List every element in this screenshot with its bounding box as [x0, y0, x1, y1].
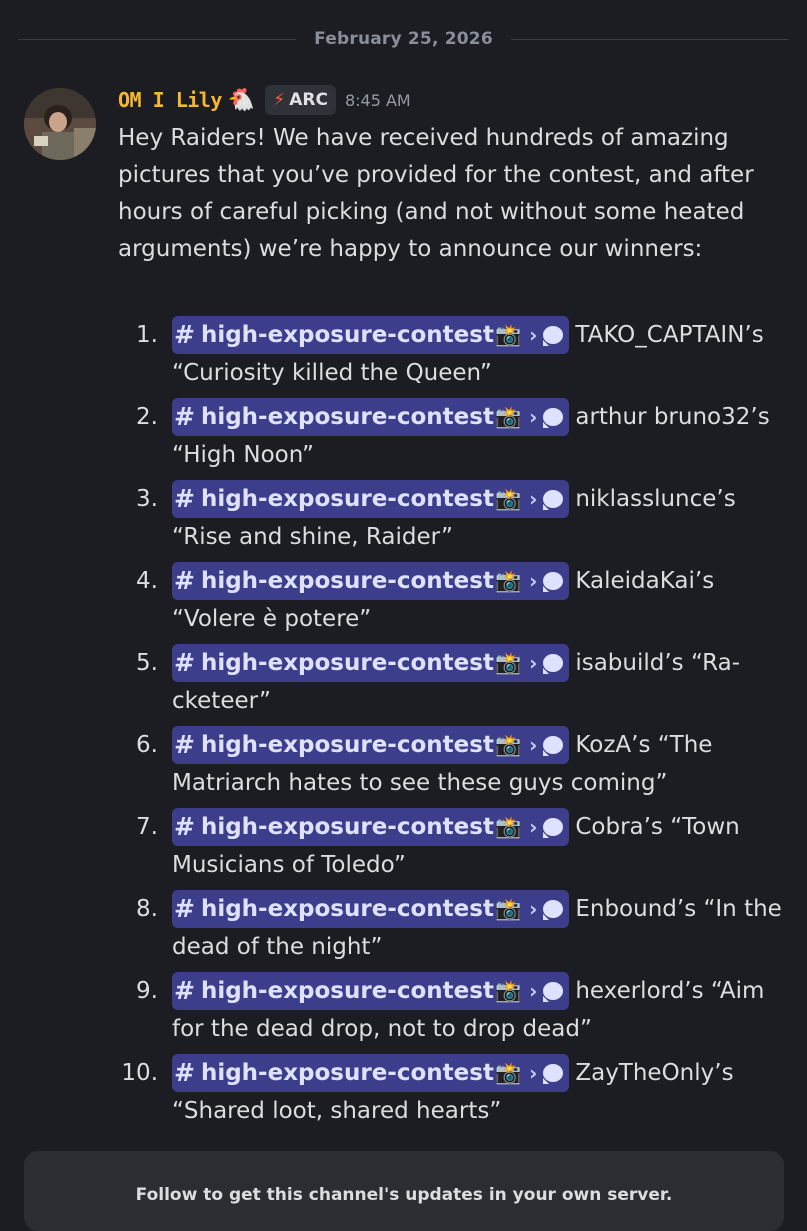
winner-item: 7. # high-exposure-contest 📸 › Cobra’s “Town … — [118, 808, 790, 884]
thread-bubble-icon — [543, 490, 564, 510]
channel-mention[interactable]: # high-exposure-contest 📸 › — [172, 890, 570, 928]
channel-mention[interactable]: # high-exposure-contest 📸 › — [172, 316, 570, 354]
thread-bubble-icon — [543, 818, 564, 838]
chevron-right-icon: › — [529, 815, 538, 839]
hashtag-icon: # — [174, 1058, 195, 1087]
date-label: February 25, 2026 — [314, 29, 493, 49]
follow-text: Follow to get this channel's updates in … — [135, 1185, 673, 1205]
hashtag-icon: # — [174, 730, 195, 759]
channel-mention[interactable]: # high-exposure-contest 📸 › — [172, 644, 570, 682]
thread-bubble-icon — [543, 900, 564, 920]
winner-rank: 4. — [136, 568, 158, 594]
message-header: OM I Lily 🐔 ⚡ ARC 8:45 AM — [118, 80, 790, 120]
winner-rank: 10. — [121, 1060, 158, 1086]
chevron-right-icon: › — [529, 405, 538, 429]
channel-name: high-exposure-contest — [200, 896, 494, 922]
chevron-right-icon: › — [529, 979, 538, 1003]
thread-bubble-icon — [543, 982, 564, 1002]
avatar[interactable] — [24, 88, 96, 160]
camera-flash-icon: 📸 — [494, 733, 522, 757]
hashtag-icon: # — [174, 648, 195, 677]
thread-bubble-icon — [543, 408, 564, 428]
winners-list: 1. # high-exposure-contest 📸 › TAKO_CAPTAIN’s… — [118, 316, 790, 1130]
winner-item: 9. # high-exposure-contest 📸 › hexerlord’s “A… — [118, 972, 790, 1048]
camera-flash-icon: 📸 — [494, 815, 522, 839]
channel-name: high-exposure-contest — [200, 322, 494, 348]
channel-name: high-exposure-contest — [200, 732, 494, 758]
timestamp: 8:45 AM — [344, 90, 411, 110]
winner-item: 4. # high-exposure-contest 📸 › KaleidaKai’s “… — [118, 562, 790, 638]
follow-card[interactable]: Follow to get this channel's updates in … — [24, 1151, 784, 1231]
date-divider: February 25, 2026 — [18, 22, 789, 56]
winner-item: 5. # high-exposure-contest 📸 › isabuild’s “Ra… — [118, 644, 790, 720]
channel-name: high-exposure-contest — [200, 568, 494, 594]
thread-bubble-icon — [543, 1064, 564, 1084]
channel-name: high-exposure-contest — [200, 1060, 494, 1086]
winner-item: 3. # high-exposure-contest 📸 › niklasslunce’s… — [118, 480, 790, 556]
camera-flash-icon: 📸 — [494, 1061, 522, 1085]
channel-mention[interactable]: # high-exposure-contest 📸 › — [172, 726, 570, 764]
camera-flash-icon: 📸 — [494, 979, 522, 1003]
camera-flash-icon: 📸 — [494, 323, 522, 347]
channel-name: high-exposure-contest — [200, 978, 494, 1004]
message-body: Hey Raiders! We have received hundreds o… — [118, 125, 754, 262]
thread-bubble-icon — [543, 572, 564, 592]
camera-flash-icon: 📸 — [494, 651, 522, 675]
avatar-image — [24, 88, 96, 160]
channel-mention[interactable]: # high-exposure-contest 📸 › — [172, 808, 570, 846]
winner-rank: 2. — [136, 404, 158, 430]
channel-mention[interactable]: # high-exposure-contest 📸 › — [172, 562, 570, 600]
chevron-right-icon: › — [529, 323, 538, 347]
thread-bubble-icon — [543, 326, 564, 346]
winner-rank: 1. — [136, 322, 158, 348]
winner-rank: 6. — [136, 732, 158, 758]
message: OM I Lily 🐔 ⚡ ARC 8:45 AM Hey Raiders! W… — [118, 80, 790, 1136]
divider-line-right — [510, 38, 789, 40]
hashtag-icon: # — [174, 812, 195, 841]
winner-rank: 5. — [136, 650, 158, 676]
camera-flash-icon: 📸 — [494, 569, 522, 593]
channel-name: high-exposure-contest — [200, 404, 494, 430]
camera-flash-icon: 📸 — [494, 487, 522, 511]
username[interactable]: OM I Lily — [118, 88, 222, 112]
channel-mention[interactable]: # high-exposure-contest 📸 › — [172, 480, 570, 518]
hashtag-icon: # — [174, 894, 195, 923]
winner-rank: 7. — [136, 814, 158, 840]
thread-bubble-icon — [543, 736, 564, 756]
channel-mention[interactable]: # high-exposure-contest 📸 › — [172, 398, 570, 436]
camera-flash-icon: 📸 — [494, 897, 522, 921]
hashtag-icon: # — [174, 976, 195, 1005]
hashtag-icon: # — [174, 566, 195, 595]
camera-flash-icon: 📸 — [494, 405, 522, 429]
hashtag-icon: # — [174, 484, 195, 513]
winner-rank: 3. — [136, 486, 158, 512]
server-tag-label: ARC — [289, 90, 328, 110]
chevron-right-icon: › — [529, 569, 538, 593]
winner-rank: 9. — [136, 978, 158, 1004]
winner-item: 6. # high-exposure-contest 📸 › KozA’s “The Ma… — [118, 726, 790, 802]
channel-mention[interactable]: # high-exposure-contest 📸 › — [172, 972, 570, 1010]
lightning-icon: ⚡ — [273, 90, 286, 110]
chevron-right-icon: › — [529, 733, 538, 757]
chevron-right-icon: › — [529, 1061, 538, 1085]
winner-item: 8. # high-exposure-contest 📸 › Enbound’s “In … — [118, 890, 790, 966]
chevron-right-icon: › — [529, 897, 538, 921]
winner-rank: 8. — [136, 896, 158, 922]
chevron-right-icon: › — [529, 487, 538, 511]
channel-name: high-exposure-contest — [200, 650, 494, 676]
chevron-right-icon: › — [529, 651, 538, 675]
thread-bubble-icon — [543, 654, 564, 674]
winner-item: 2. # high-exposure-contest 📸 › arthur bruno32… — [118, 398, 790, 474]
channel-mention[interactable]: # high-exposure-contest 📸 › — [172, 1054, 570, 1092]
server-tag-badge[interactable]: ⚡ ARC — [265, 85, 336, 115]
winner-item: 1. # high-exposure-contest 📸 › TAKO_CAPTAIN’s… — [118, 316, 790, 392]
chicken-icon: 🐔 — [227, 87, 256, 113]
channel-name: high-exposure-contest — [200, 486, 494, 512]
channel-name: high-exposure-contest — [200, 814, 494, 840]
hashtag-icon: # — [174, 402, 195, 431]
divider-line-left — [18, 38, 297, 40]
hashtag-icon: # — [174, 320, 195, 349]
winner-item: 10. # high-exposure-contest 📸 › ZayTheOnly’s … — [118, 1054, 790, 1130]
